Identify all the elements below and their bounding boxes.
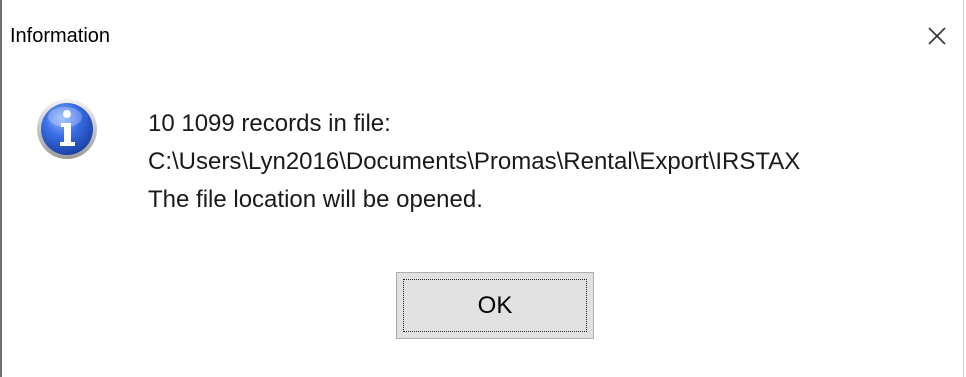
message-text: 10 1099 records in file: C:\Users\Lyn201… [148,105,800,219]
window-title: Information [10,25,111,47]
message-line-notice: The file location will be opened. [148,186,483,213]
close-icon [928,27,946,45]
message-line-records: 10 1099 records in file: [148,110,391,137]
dialog-content: 10 1099 records in file: C:\Users\Lyn201… [2,70,963,377]
message-line-path: C:\Users\Lyn2016\Documents\Promas\Rental… [148,148,801,175]
info-icon [37,99,97,159]
ok-button-label: OK [477,291,513,319]
title-bar[interactable]: Information [2,0,963,70]
close-button[interactable] [915,14,959,58]
ok-button[interactable]: OK [396,272,594,339]
information-dialog: Information 10 1099 records in file: C:\… [0,0,964,377]
